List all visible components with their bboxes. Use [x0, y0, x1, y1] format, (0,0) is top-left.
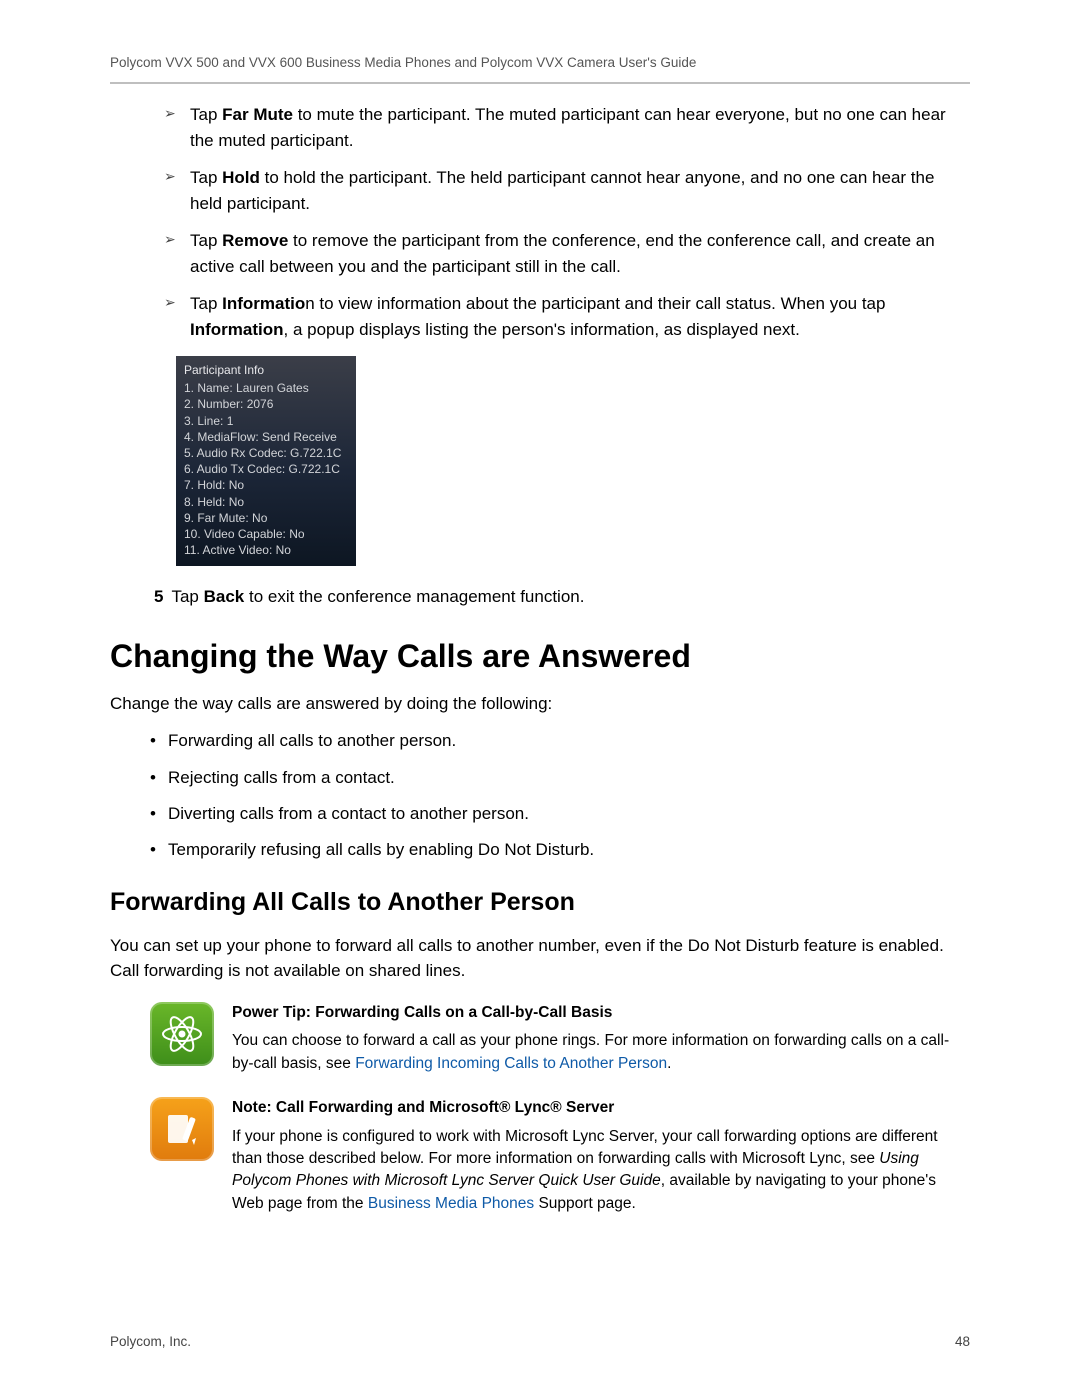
popup-line: 5. Audio Rx Codec: G.722.1C — [184, 445, 348, 461]
intro-text: Change the way calls are answered by doi… — [110, 691, 970, 717]
list-item: Forwarding all calls to another person. — [150, 728, 970, 754]
section-body: You can set up your phone to forward all… — [110, 933, 970, 984]
page-number: 48 — [955, 1334, 970, 1349]
list-item: Tap Far Mute to mute the participant. Th… — [170, 102, 970, 153]
business-media-phones-link[interactable]: Business Media Phones — [368, 1195, 534, 1212]
power-tip-callout: Power Tip: Forwarding Calls on a Call-by… — [150, 1002, 970, 1075]
popup-line: 3. Line: 1 — [184, 413, 348, 429]
popup-line: 11. Active Video: No — [184, 542, 348, 558]
header-rule — [110, 82, 970, 84]
list-item: Rejecting calls from a contact. — [150, 765, 970, 791]
step-5: 5Tap Back to exit the conference managem… — [132, 584, 970, 610]
heading-1: Changing the Way Calls are Answered — [110, 638, 970, 675]
note-pencil-icon — [150, 1097, 214, 1161]
footer-company: Polycom, Inc. — [110, 1334, 191, 1349]
popup-line: 10. Video Capable: No — [184, 526, 348, 542]
callout-text: Power Tip: Forwarding Calls on a Call-by… — [232, 1002, 970, 1075]
list-item: Tap Remove to remove the participant fro… — [170, 228, 970, 279]
atom-icon — [150, 1002, 214, 1066]
list-item: Diverting calls from a contact to anothe… — [150, 801, 970, 827]
heading-2: Forwarding All Calls to Another Person — [110, 888, 970, 917]
bullet-list: Forwarding all calls to another person. … — [110, 728, 970, 863]
document-page: Polycom VVX 500 and VVX 600 Business Med… — [0, 0, 1080, 1397]
list-item: Temporarily refusing all calls by enabli… — [150, 837, 970, 863]
popup-line: 2. Number: 2076 — [184, 396, 348, 412]
popup-line: 1. Name: Lauren Gates — [184, 380, 348, 396]
running-header: Polycom VVX 500 and VVX 600 Business Med… — [110, 55, 970, 70]
popup-line: 9. Far Mute: No — [184, 510, 348, 526]
popup-line: 8. Held: No — [184, 494, 348, 510]
list-item: Tap Hold to hold the participant. The he… — [170, 165, 970, 216]
popup-line: 7. Hold: No — [184, 477, 348, 493]
popup-line: 6. Audio Tx Codec: G.722.1C — [184, 461, 348, 477]
callout-title: Power Tip: Forwarding Calls on a Call-by… — [232, 1002, 970, 1024]
action-list: Tap Far Mute to mute the participant. Th… — [110, 102, 970, 342]
list-item: Tap Information to view information abou… — [170, 291, 970, 342]
callout-title: Note: Call Forwarding and Microsoft® Lyn… — [232, 1097, 970, 1119]
forwarding-incoming-link[interactable]: Forwarding Incoming Calls to Another Per… — [355, 1055, 667, 1072]
popup-title: Participant Info — [184, 362, 348, 378]
participant-info-popup: Participant Info 1. Name: Lauren Gates 2… — [176, 356, 356, 566]
page-footer: Polycom, Inc. 48 — [110, 1334, 970, 1349]
popup-line: 4. MediaFlow: Send Receive — [184, 429, 348, 445]
callout-text: Note: Call Forwarding and Microsoft® Lyn… — [232, 1097, 970, 1215]
note-callout: Note: Call Forwarding and Microsoft® Lyn… — [150, 1097, 970, 1215]
